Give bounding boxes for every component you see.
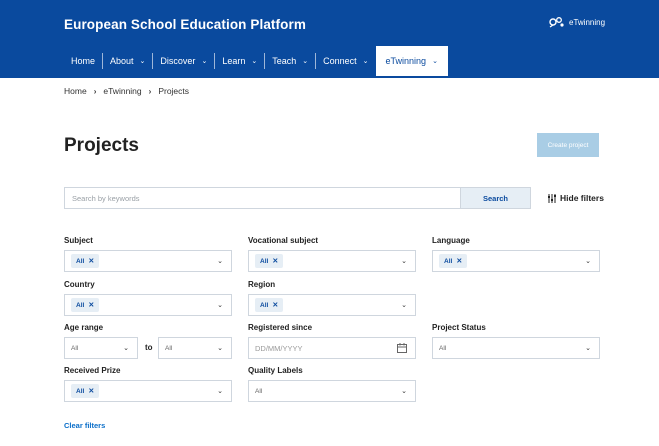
chevron-down-icon: ⌄ [432,58,438,65]
nav-item-connect[interactable]: Connect ⌄ [316,46,375,76]
nav-item-teach[interactable]: Teach ⌄ [265,46,315,76]
nav-item-label: Connect [323,56,357,66]
close-icon[interactable]: ✕ [272,257,278,265]
country-label: Country [64,280,95,289]
prize-chip[interactable]: All ✕ [71,384,100,398]
nav-item-label: Learn [222,56,246,66]
chevron-down-icon: ⌄ [302,58,309,65]
nav-item-label: About [110,56,134,66]
language-label: Language [432,236,470,245]
registered-since-label: Registered since [248,323,313,332]
project-status-label: Project Status [432,323,486,332]
language-select[interactable]: All ✕ ⌄ [432,250,600,272]
chevron-right-icon: › [148,86,152,96]
received-prize-select[interactable]: All ✕ ⌄ [64,380,232,402]
nav-item-about[interactable]: About ⌄ [103,46,152,76]
language-chip[interactable]: All ✕ [439,254,468,268]
nav-item-discover[interactable]: Discover ⌄ [153,46,214,76]
chevron-right-icon: › [93,86,97,96]
breadcrumb-home[interactable]: Home [64,86,87,96]
close-icon[interactable]: ✕ [88,387,94,395]
chevron-down-icon: ⌄ [217,302,223,309]
date-placeholder: DD/MM/YYYY [255,343,303,353]
nav-item-label: eTwinning [385,56,427,66]
chip-label: All [260,257,269,265]
subject-label: Subject [64,236,93,245]
page-title: Projects [64,135,139,156]
site-brand[interactable]: European School Education Platform [64,17,306,32]
hide-filters-toggle[interactable]: Hide filters [547,193,604,203]
breadcrumb: Home › eTwinning › Projects [64,86,189,96]
subject-select[interactable]: All ✕ ⌄ [64,250,232,272]
nav-item-learn[interactable]: Learn ⌄ [215,46,264,76]
chip-label: All [76,301,85,309]
chevron-down-icon: ⌄ [201,58,208,65]
chevron-down-icon: ⌄ [585,258,591,265]
chip-label: All [76,257,85,265]
nav-item-label: Home [71,56,96,66]
chevron-down-icon: ⌄ [401,388,407,395]
chip-label: All [76,387,85,395]
chevron-down-icon: ⌄ [217,258,223,265]
close-icon[interactable]: ✕ [88,257,94,265]
etwinning-logo-icon [549,17,564,28]
vocational-chip[interactable]: All ✕ [255,254,284,268]
subject-chip[interactable]: All ✕ [71,254,100,268]
chevron-down-icon: ⌄ [123,345,129,352]
chevron-down-icon: ⌄ [401,302,407,309]
quality-labels-label: Quality Labels [248,366,303,375]
close-icon[interactable]: ✕ [88,301,94,309]
age-from-value: All [71,344,79,352]
chip-label: All [444,257,453,265]
search-bar: Search [64,187,531,209]
chevron-down-icon: ⌄ [251,58,258,65]
age-to-select[interactable]: All ⌄ [158,337,232,359]
chip-label: All [260,301,269,309]
age-to-label: to [145,343,153,352]
chevron-down-icon: ⌄ [401,258,407,265]
nav-item-label: Teach [272,56,297,66]
age-range-label: Age range [64,323,104,332]
country-chip[interactable]: All ✕ [71,298,100,312]
etwinning-logo[interactable]: eTwinning [548,15,605,29]
nav-item-label: Discover [160,56,196,66]
nav-item-etwinning[interactable]: eTwinning ⌄ [375,46,448,76]
vocational-subject-label: Vocational subject [248,236,319,245]
create-project-button[interactable]: Create project [537,133,599,157]
breadcrumb-current: Projects [158,86,190,96]
clear-filters-link[interactable]: Clear filters [64,421,105,430]
chevron-down-icon: ⌄ [585,345,591,352]
received-prize-label: Received Prize [64,366,121,375]
hide-filters-label: Hide filters [560,193,604,203]
filter-sliders-icon [548,193,556,203]
breadcrumb-etwinning[interactable]: eTwinning [103,86,141,96]
vocational-subject-select[interactable]: All ✕ ⌄ [248,250,416,272]
registered-since-field[interactable]: DD/MM/YYYY [248,337,416,359]
main-nav: Home About ⌄ Discover ⌄ Learn ⌄ Teach ⌄ Conn… [64,46,448,76]
age-from-select[interactable]: All ⌄ [64,337,138,359]
region-select[interactable]: All ✕ ⌄ [248,294,416,316]
nav-item-home[interactable]: Home [64,46,102,76]
project-status-select[interactable]: All ⌄ [432,337,600,359]
chevron-down-icon: ⌄ [217,388,223,395]
site-header: European School Education Platform eTwin… [0,0,659,78]
chevron-down-icon: ⌄ [362,58,369,65]
region-chip[interactable]: All ✕ [255,298,284,312]
search-button[interactable]: Search [460,188,530,208]
chevron-down-icon: ⌄ [217,345,223,352]
project-status-value: All [439,344,447,352]
region-label: Region [248,280,276,289]
quality-labels-select[interactable]: All ⌄ [248,380,416,402]
close-icon[interactable]: ✕ [272,301,278,309]
calendar-icon[interactable] [397,343,407,353]
etwinning-logo-text: eTwinning [569,17,606,27]
chevron-down-icon: ⌄ [139,58,146,65]
close-icon[interactable]: ✕ [456,257,462,265]
quality-labels-value: All [255,387,263,395]
age-to-value: All [165,344,173,352]
country-select[interactable]: All ✕ ⌄ [64,294,232,316]
search-input[interactable] [65,188,460,208]
